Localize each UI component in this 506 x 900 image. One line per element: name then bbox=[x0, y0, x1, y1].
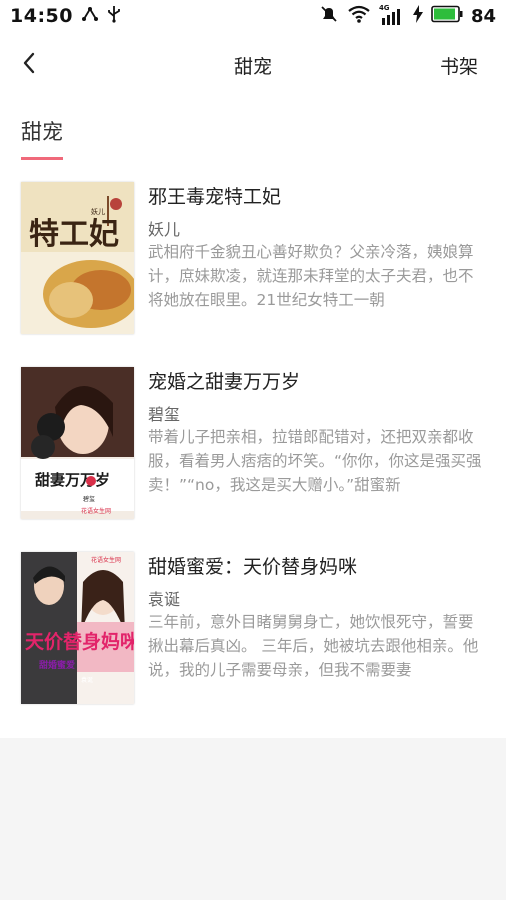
book-author: 袁诞 bbox=[148, 590, 181, 609]
cover-badge-text: 花语女生网 bbox=[91, 556, 121, 564]
cover-badge-text: 花语女生网 bbox=[81, 507, 111, 515]
book-title: 甜婚蜜爱：天价替身妈咪 bbox=[148, 556, 358, 578]
book-description: 带着儿子把亲相，拉错郎配错对，还把双亲都收服，看着男人痞痞的坏笑。“你你，你这是… bbox=[148, 428, 482, 494]
cover-title-text: 天价替身妈咪 bbox=[25, 630, 134, 653]
page-title: 甜宠 bbox=[233, 56, 272, 78]
book-author: 碧玺 bbox=[148, 405, 181, 424]
book-description: 武相府千金貌丑心善好欺负？父亲冷落，姨娘算计，庶妹欺凌，就连那未拜堂的太子夫君，… bbox=[148, 243, 474, 309]
book-author: 妖儿 bbox=[148, 220, 181, 239]
status-right: 4G 84 bbox=[319, 4, 496, 28]
cover-author-text: 妖儿 bbox=[91, 207, 105, 216]
cover-title-text: 甜妻万万岁 bbox=[35, 471, 110, 489]
mute-icon bbox=[319, 4, 339, 28]
bookshelf-button[interactable]: 书架 bbox=[440, 52, 478, 79]
cover-title-text: 特工妃 bbox=[29, 217, 119, 252]
section-title: 甜宠 bbox=[21, 120, 63, 144]
section-underline bbox=[21, 157, 63, 160]
usb-icon bbox=[107, 5, 121, 27]
share-icon bbox=[81, 5, 99, 27]
book-cover: 天价替身妈咪 甜婚蜜爱 袁诞 花语女生网 bbox=[21, 552, 134, 704]
status-time: 14:50 bbox=[10, 5, 73, 27]
book-cover: 甜妻万万岁 碧玺 花语女生网 bbox=[21, 367, 134, 519]
book-list-panel: 甜宠 特工妃 妖儿 邪王毒宠特工妃 妖儿 武相府千金貌丑心善好欺负？父亲冷落，姨… bbox=[0, 98, 506, 738]
status-left: 14:50 bbox=[10, 5, 121, 27]
status-bar: 14:50 4G 84 bbox=[0, 0, 506, 32]
wifi-icon bbox=[347, 4, 371, 28]
book-title: 宠婚之甜妻万万岁 bbox=[148, 371, 301, 393]
battery-icon bbox=[431, 5, 463, 27]
book-cover: 特工妃 妖儿 bbox=[21, 182, 134, 334]
book-item[interactable]: 甜妻万万岁 碧玺 花语女生网 宠婚之甜妻万万岁 碧玺 带着儿子把亲相，拉错郎配错… bbox=[21, 367, 487, 519]
cover-subtitle-text: 甜婚蜜爱 bbox=[39, 659, 75, 671]
book-description: 三年前，意外目睹舅舅身亡，她饮恨死守，誓要揪出幕后真凶。 三年后，她被坑去跟他相… bbox=[148, 613, 479, 679]
book-item[interactable]: 特工妃 妖儿 邪王毒宠特工妃 妖儿 武相府千金貌丑心善好欺负？父亲冷落，姨娘算计… bbox=[21, 182, 487, 334]
nav-bar: 甜宠 书架 bbox=[0, 32, 506, 98]
cover-author-text: 袁诞 bbox=[81, 676, 93, 684]
cover-author-text: 碧玺 bbox=[83, 495, 95, 503]
battery-percent: 84 bbox=[470, 5, 496, 27]
charging-icon bbox=[412, 5, 423, 27]
signal-icon: 4G bbox=[379, 4, 405, 26]
book-item[interactable]: 天价替身妈咪 甜婚蜜爱 袁诞 花语女生网 甜婚蜜爱：天价替身妈咪 袁诞 三年前，… bbox=[21, 552, 487, 704]
book-title: 邪王毒宠特工妃 bbox=[148, 186, 282, 208]
